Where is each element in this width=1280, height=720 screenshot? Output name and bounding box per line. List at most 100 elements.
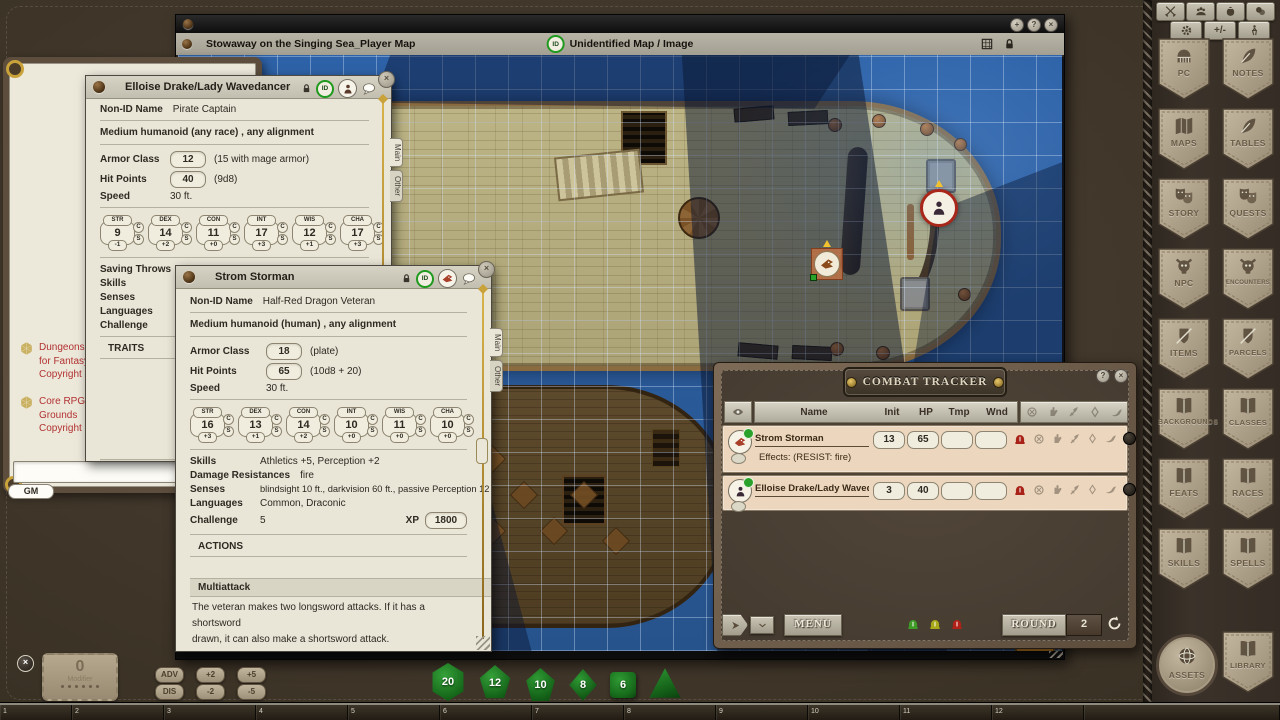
close-icon[interactable]: × (378, 71, 395, 88)
plus2-button[interactable]: +2 (196, 667, 225, 683)
orb-button[interactable] (1123, 483, 1136, 496)
target-icon[interactable] (1033, 484, 1045, 496)
adv-button[interactable]: ADV (155, 667, 184, 683)
sidebar-button-skills[interactable]: SKILLS (1158, 528, 1210, 590)
ct-row-strom[interactable]: Strom Storman 13 65 Effects: (RESIST: fi… (722, 425, 1128, 473)
hotkey-slot[interactable]: 1 (0, 705, 72, 720)
col-init[interactable]: Init (873, 407, 911, 418)
minus2-button[interactable]: -2 (196, 684, 225, 700)
sidebar-button-feats[interactable]: FEATS (1158, 458, 1210, 520)
grid-toggle-icon[interactable] (980, 37, 994, 51)
ability-cha[interactable]: CHA17+3CS (340, 215, 385, 251)
hand-icon[interactable] (1051, 433, 1063, 445)
helm-neutral-icon[interactable] (928, 616, 942, 631)
sword-icon[interactable] (1069, 484, 1081, 496)
ability-str[interactable]: STR16+3CS (190, 407, 235, 443)
lock-icon[interactable] (301, 82, 312, 95)
toolbar-combat-button[interactable] (1156, 2, 1185, 21)
xp-value[interactable]: 1800 (425, 512, 467, 529)
sidebar-button-notes[interactable]: NOTES (1222, 38, 1274, 100)
hotkey-slot[interactable]: 7 (532, 705, 624, 720)
wnd-field[interactable] (975, 482, 1007, 500)
wing-icon[interactable] (1104, 483, 1117, 496)
sidebar-button-quests[interactable]: QUESTS (1222, 178, 1274, 240)
portrait-icon[interactable] (438, 269, 457, 288)
ability-str[interactable]: STR9-1CS (100, 215, 145, 251)
helm-status-icon[interactable] (1013, 482, 1027, 497)
ct-name[interactable]: Elloise Drake/Lady Wavedancer (755, 483, 869, 497)
tmp-field[interactable] (941, 482, 973, 500)
ability-con[interactable]: CON14+2CS (286, 407, 331, 443)
toolbar-party-button[interactable] (1186, 2, 1215, 21)
scrollbar-thumb[interactable] (476, 438, 488, 464)
ability-dex[interactable]: DEX13+1CS (238, 407, 283, 443)
tab-main[interactable]: Main (490, 328, 503, 357)
hp-value[interactable]: 65 (266, 363, 302, 380)
map-window-titlebar[interactable]: + ? × (176, 15, 1064, 33)
chat-bubble-icon[interactable] (461, 272, 477, 286)
hotkey-slot[interactable]: 4 (256, 705, 348, 720)
ct-effects[interactable]: Effects: (RESIST: fire) (759, 452, 851, 463)
tab-main[interactable]: Main (390, 138, 403, 167)
init-field[interactable]: 13 (873, 431, 905, 449)
d12-die[interactable]: 12 (478, 665, 512, 701)
d20-die[interactable]: 20 (430, 663, 466, 701)
ct-close-button[interactable]: × (1114, 369, 1128, 383)
lock-icon[interactable] (401, 272, 412, 285)
col-hp[interactable]: HP (911, 407, 941, 418)
col-wnd[interactable]: Wnd (977, 407, 1017, 418)
tab-other[interactable]: Other (490, 360, 503, 392)
npc-sheet-strom[interactable]: Strom Storman ID Non-ID NameHalf-Red Dra… (175, 265, 492, 652)
ct-sub-button[interactable] (731, 501, 746, 512)
col-tmp[interactable]: Tmp (941, 407, 977, 418)
sidebar-button-maps[interactable]: MAPS (1158, 108, 1210, 170)
close-icon[interactable]: × (478, 261, 495, 278)
sidebar-button-library[interactable]: LIBRARY (1222, 631, 1274, 693)
diamond-icon[interactable] (1087, 433, 1098, 444)
next-round-icon[interactable] (1106, 615, 1123, 632)
combat-tracker-titleplate[interactable]: COMBAT TRACKER (843, 367, 1007, 397)
helm-friendly-icon[interactable] (906, 616, 920, 631)
toolbar-dicebag-button[interactable] (1216, 2, 1245, 21)
sidebar-button-spells[interactable]: SPELLS (1222, 528, 1274, 590)
orb-button[interactable] (1123, 432, 1136, 445)
ct-name[interactable]: Strom Storman (755, 433, 869, 447)
next-actor-button[interactable] (722, 614, 748, 636)
sidebar-button-races[interactable]: RACES (1222, 458, 1274, 520)
tmp-field[interactable] (941, 431, 973, 449)
hp-field[interactable]: 40 (907, 482, 939, 500)
ct-sub-button[interactable] (731, 453, 746, 464)
clear-modifier-button[interactable]: × (17, 655, 34, 672)
ability-int[interactable]: INT10+0CS (334, 407, 379, 443)
sidebar-button-classes[interactable]: CLASSES (1222, 388, 1274, 450)
hotkey-slot[interactable]: 2 (72, 705, 164, 720)
field-value[interactable]: Pirate Captain (173, 104, 236, 115)
token-elloise-drake[interactable] (920, 189, 958, 227)
minus5-button[interactable]: -5 (237, 684, 266, 700)
ability-int[interactable]: INT17+3CS (244, 215, 289, 251)
dis-button[interactable]: DIS (155, 684, 184, 700)
sidebar-button-assets[interactable]: ASSETS (1156, 634, 1218, 696)
plus5-button[interactable]: +5 (237, 667, 266, 683)
sidebar-button-tables[interactable]: TABLES (1222, 108, 1274, 170)
hotkey-slot[interactable] (1084, 705, 1280, 720)
hotkey-slot[interactable]: 11 (900, 705, 992, 720)
ct-row-elloise[interactable]: Elloise Drake/Lady Wavedancer 3 40 (722, 475, 1128, 511)
menu-button[interactable]: MENU (784, 614, 842, 636)
diamond-icon[interactable] (1087, 484, 1098, 495)
ability-wis[interactable]: WIS12+1CS (292, 215, 337, 251)
helm-hostile-icon[interactable] (950, 616, 964, 631)
combat-tracker-window[interactable]: COMBAT TRACKER ? × Name Init HP Tmp Wnd (713, 362, 1137, 649)
sidebar-button-story[interactable]: STORY (1158, 178, 1210, 240)
ability-dex[interactable]: DEX14+2CS (148, 215, 193, 251)
col-name[interactable]: Name (755, 407, 873, 418)
ct-help-button[interactable]: ? (1096, 369, 1110, 383)
collapse-all-button[interactable] (750, 616, 774, 634)
hotkey-slot[interactable]: 8 (624, 705, 716, 720)
field-value[interactable]: Half-Red Dragon Veteran (263, 296, 375, 307)
id-badge-icon[interactable]: ID (316, 80, 334, 98)
d10-die[interactable]: 10 (525, 668, 556, 701)
ability-con[interactable]: CON11+0CS (196, 215, 241, 251)
ct-visibility-header[interactable] (724, 401, 750, 421)
scrollbar-track[interactable] (482, 292, 484, 639)
